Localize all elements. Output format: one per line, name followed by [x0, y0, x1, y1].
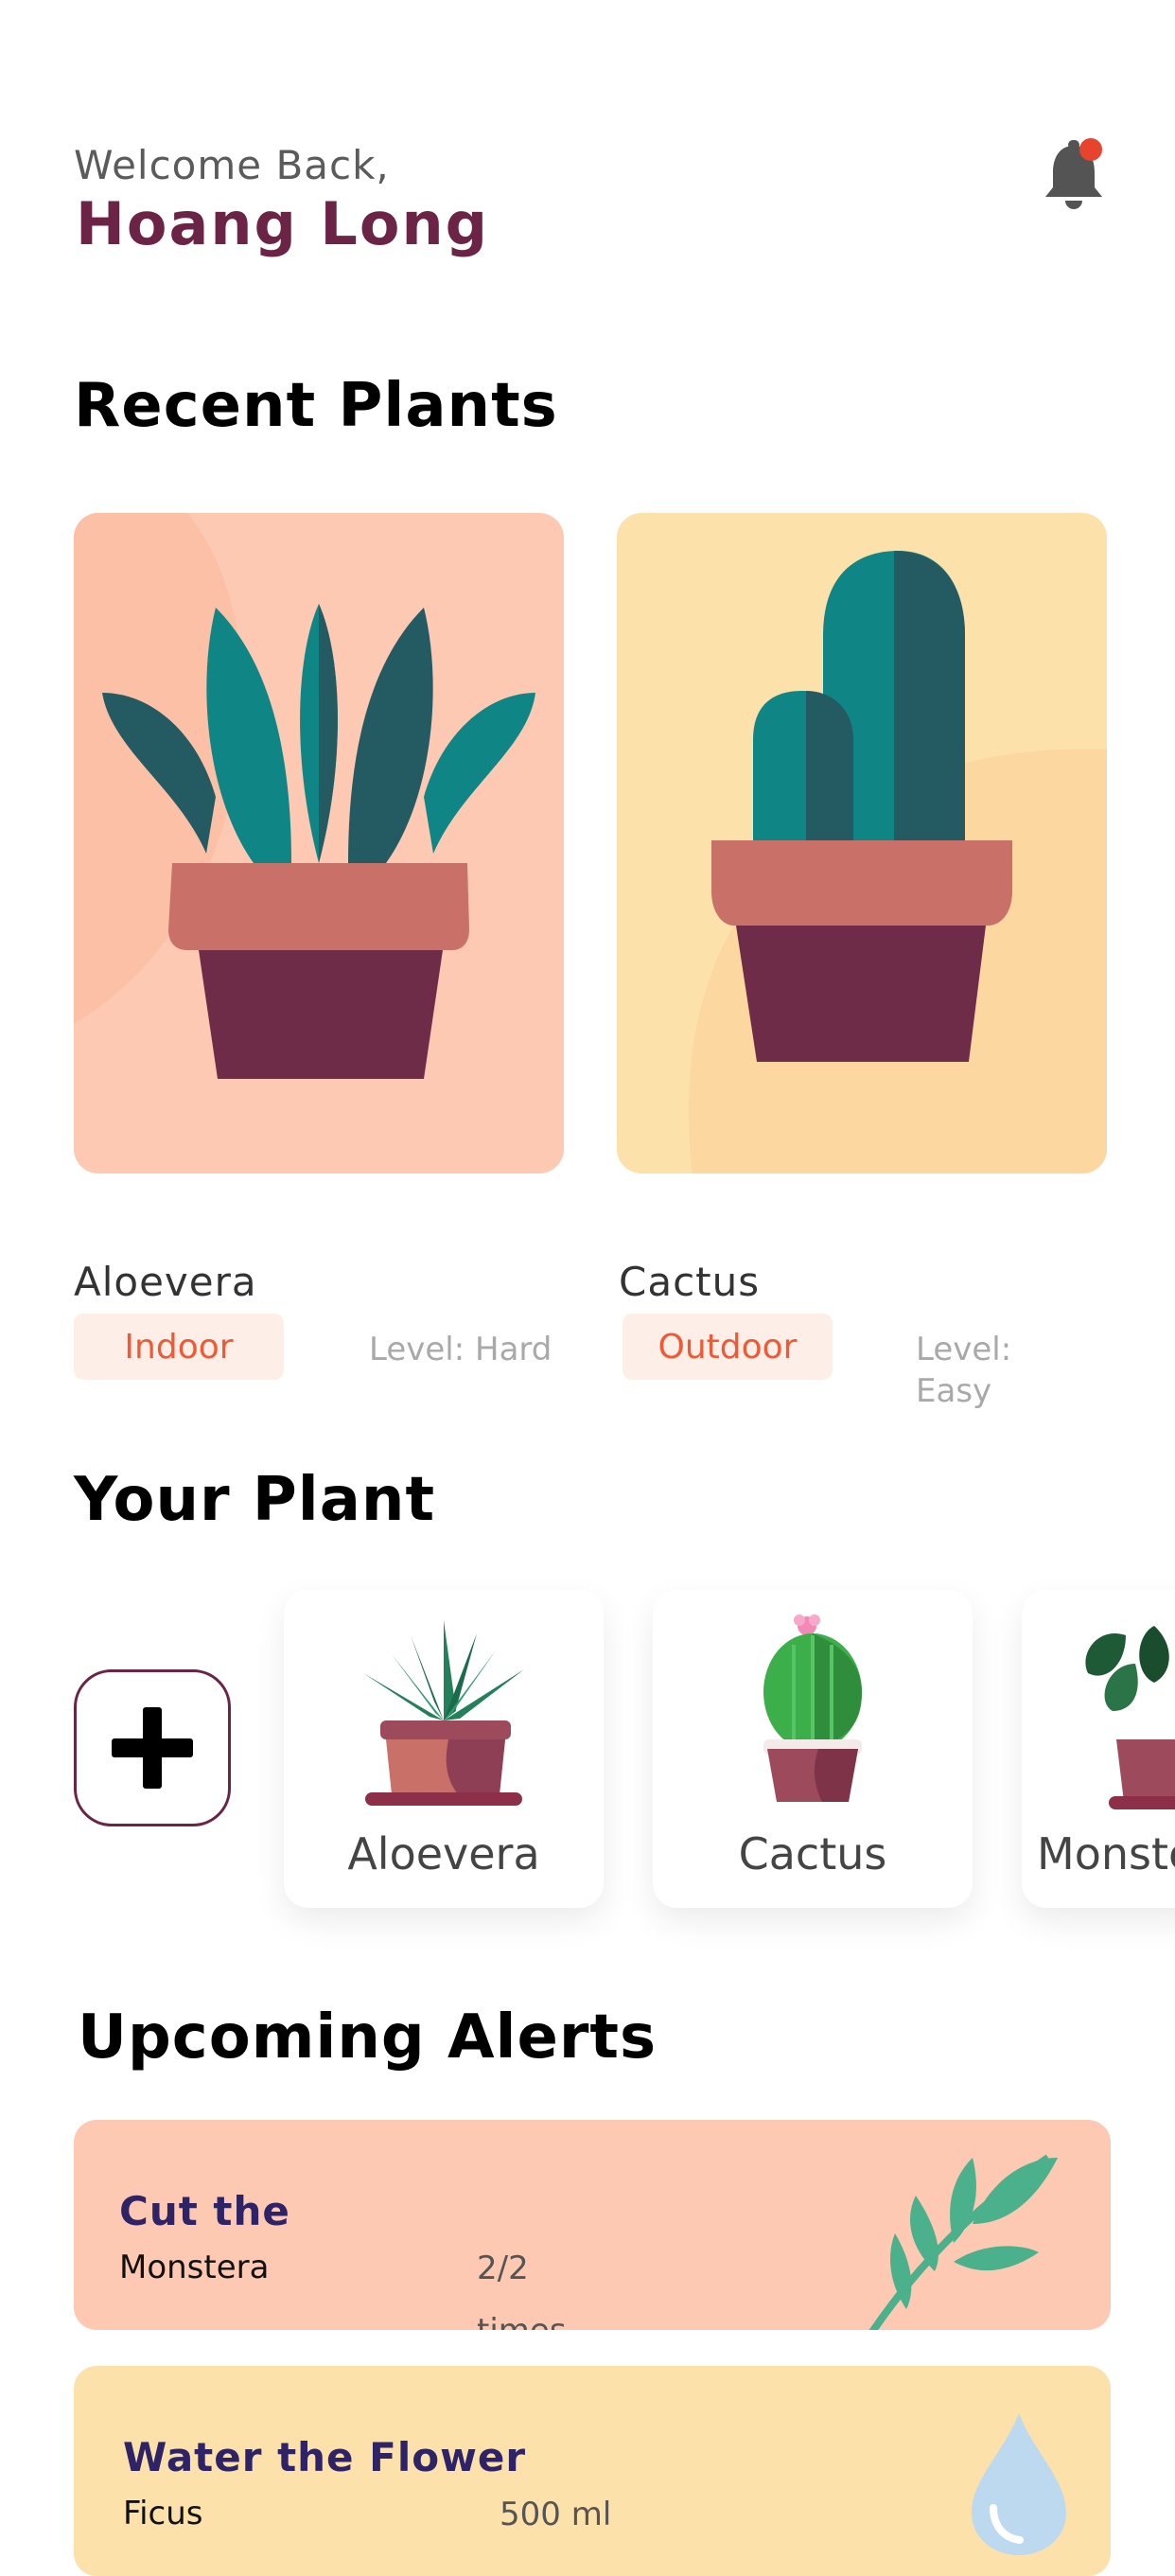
add-plant-button[interactable] [74, 1669, 231, 1826]
alert-subtitle: Monstera [119, 2249, 270, 2286]
plant-name: Cactus [738, 1828, 887, 1879]
category-tag-outdoor: Outdoor [623, 1314, 833, 1380]
recent-plant-name: Aloevera [74, 1259, 257, 1305]
difficulty-level: Level: Easy [916, 1331, 1012, 1410]
alert-title: Water the Flower [123, 2434, 527, 2480]
notification-button[interactable] [1036, 132, 1112, 218]
category-tag-indoor: Indoor [74, 1314, 284, 1380]
upcoming-alerts-title: Upcoming Alerts [78, 2003, 658, 2073]
leaf-icon [868, 2154, 1058, 2330]
alert-subtitle: Ficus [123, 2495, 203, 2532]
plus-icon [112, 1707, 193, 1789]
alert-card-water[interactable]: Water the Flower Ficus 500 ml [74, 2366, 1111, 2576]
aloe-illustration [74, 513, 564, 1173]
welcome-text: Welcome Back, [74, 142, 390, 188]
plant-name: Aloevera [347, 1828, 540, 1879]
plant-card-cactus[interactable]: Cactus [653, 1590, 973, 1908]
plant-name: Monstera [1037, 1828, 1175, 1879]
recent-plant-name: Cactus [619, 1259, 761, 1305]
aloe-plant-icon [363, 1620, 524, 1806]
monstera-plant-icon [1085, 1626, 1175, 1809]
bell-icon [1045, 138, 1102, 209]
plant-card-aloevera[interactable]: Aloevera [284, 1590, 604, 1908]
difficulty-level: Level: Hard [369, 1331, 552, 1368]
alert-card-cut[interactable]: Cut the Monstera 2/2 times [74, 2120, 1111, 2330]
alert-value: 500 ml [500, 2496, 612, 2533]
water-drop-icon [972, 2413, 1066, 2555]
alert-title: Cut the [119, 2188, 290, 2234]
alert-value: 2/2 times [477, 2250, 567, 2330]
recent-plants-title: Recent Plants [74, 371, 558, 441]
your-plant-title: Your Plant [74, 1465, 436, 1535]
plant-card-monstera[interactable]: Monstera [1022, 1590, 1175, 1908]
user-name: Hoang Long [76, 189, 490, 258]
notification-dot [1079, 138, 1102, 161]
cactus-plant-icon [763, 1614, 862, 1802]
recent-plant-card-cactus[interactable] [617, 513, 1107, 1173]
recent-plant-card-aloevera[interactable] [74, 513, 564, 1173]
cactus-illustration [617, 513, 1107, 1173]
